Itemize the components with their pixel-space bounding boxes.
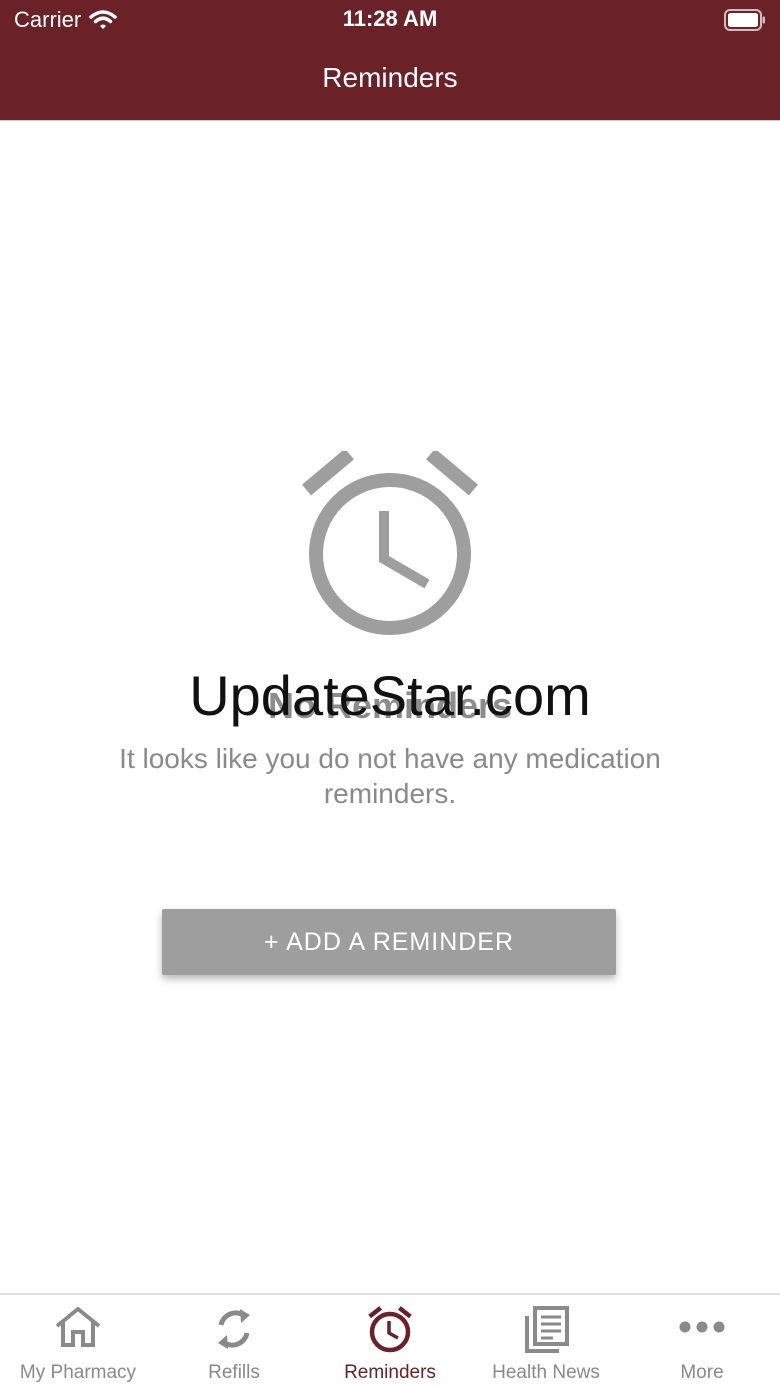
tab-my-pharmacy[interactable]: My Pharmacy <box>0 1295 156 1387</box>
page-title: Reminders <box>322 62 458 93</box>
tab-health-news[interactable]: Health News <box>468 1295 624 1387</box>
refresh-icon <box>218 1309 250 1349</box>
tab-label: Reminders <box>344 1362 436 1383</box>
tab-label: Refills <box>208 1362 260 1383</box>
tab-refills[interactable]: Refills <box>156 1295 312 1387</box>
tab-label: My Pharmacy <box>19 1362 137 1383</box>
more-icon <box>679 1321 725 1333</box>
status-time: 11:28 AM <box>342 6 438 31</box>
tab-reminders[interactable]: Reminders <box>312 1295 468 1387</box>
alarm-clock-icon <box>368 1306 412 1353</box>
tab-bar: My Pharmacy Refills Reminders Health New… <box>0 1293 780 1387</box>
tab-label: More <box>680 1362 724 1383</box>
app-header: Carrier 11:28 AM Reminders <box>0 0 780 121</box>
watermark: UpdateStar.com <box>189 664 591 727</box>
empty-state: No Reminders UpdateStar.com It looks lik… <box>0 121 780 1293</box>
empty-state-message: It looks like you do not have any medica… <box>119 743 661 809</box>
tab-more[interactable]: More <box>624 1295 780 1387</box>
tab-label: Health News <box>492 1362 600 1383</box>
home-icon <box>55 1307 101 1347</box>
alarm-clock-icon <box>302 451 478 635</box>
battery-icon <box>724 9 765 31</box>
status-bar: Carrier 11:28 AM <box>0 0 780 40</box>
add-reminder-button[interactable]: + ADD A REMINDER <box>162 909 616 975</box>
news-icon <box>525 1306 569 1353</box>
